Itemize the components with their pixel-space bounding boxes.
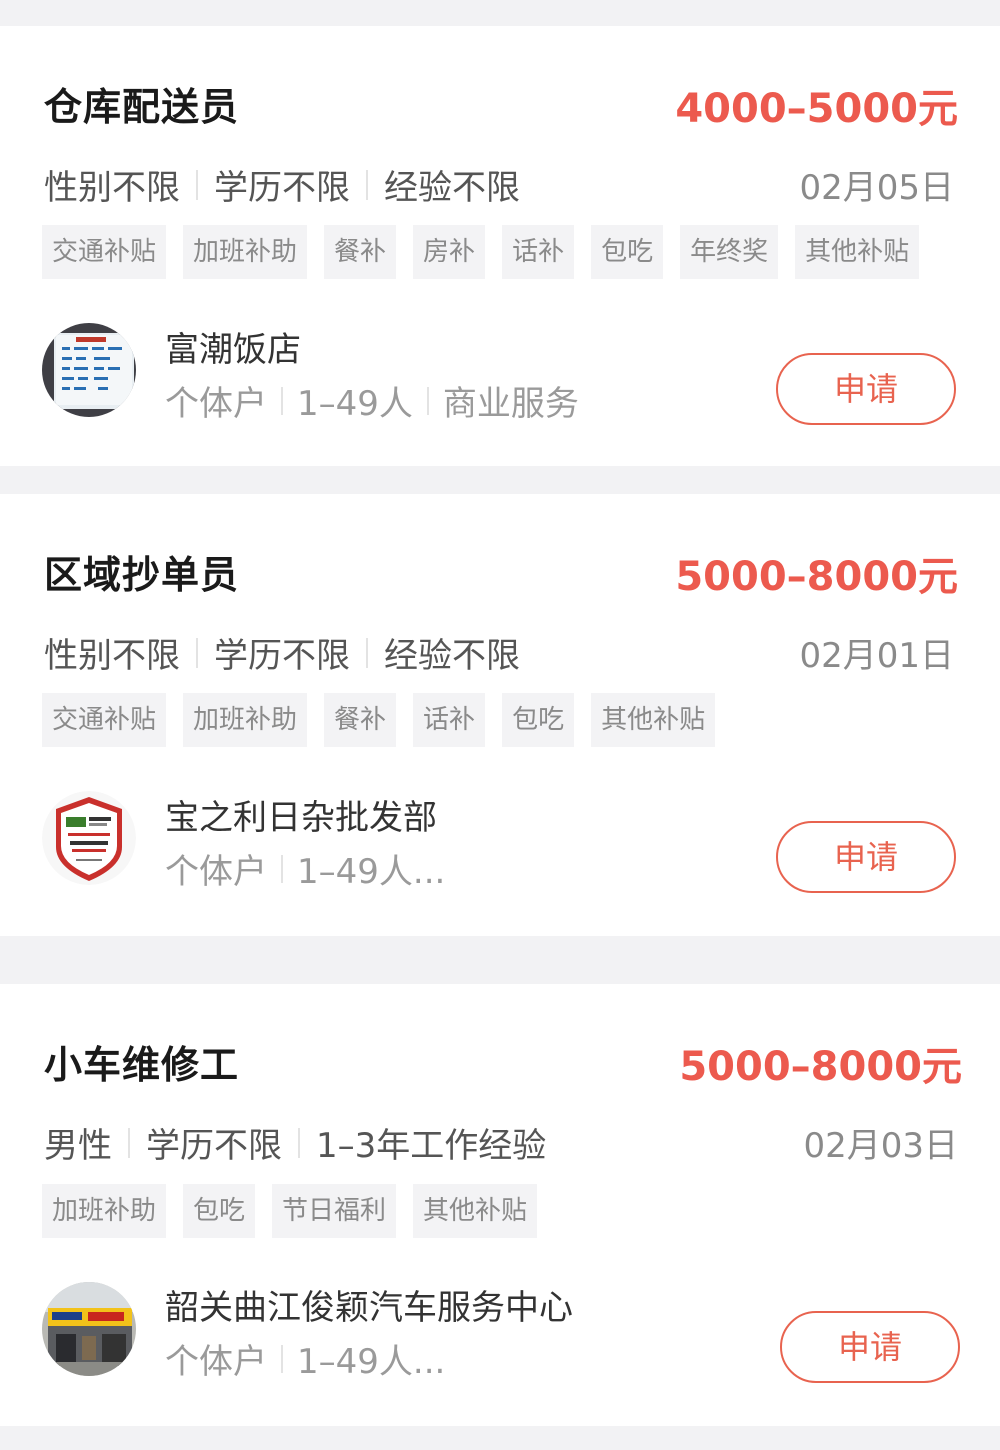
company-meta: 个体户 1–49人... — [165, 844, 445, 893]
req-gender: 男性 — [44, 1126, 112, 1166]
benefit-tag: 包吃 — [183, 1184, 256, 1238]
job-requirements: 性别不限 学历不限 经验不限 — [44, 628, 520, 677]
req-education: 学历不限 — [146, 1126, 282, 1166]
job-requirements: 男性 学历不限 1–3年工作经验 — [44, 1118, 546, 1167]
benefit-tag: 交通补贴 — [42, 693, 167, 747]
post-date: 02月01日 — [799, 636, 954, 676]
company-industry: 商业服务 — [442, 384, 579, 424]
company-logo[interactable] — [42, 791, 136, 885]
benefit-tags: 加班补助 包吃 节日福利 其他补贴 — [42, 1184, 538, 1238]
req-experience: 经验不限 — [384, 636, 520, 676]
benefit-tag: 加班补助 — [183, 693, 308, 747]
job-card[interactable]: 区域抄单员 5000–8000元 性别不限 学历不限 经验不限 02月01日 交… — [0, 494, 1000, 936]
benefit-tag: 其他补贴 — [591, 693, 716, 747]
benefit-tag: 房补 — [413, 225, 486, 279]
req-gender: 性别不限 — [44, 168, 180, 208]
post-date: 02月03日 — [803, 1126, 958, 1166]
benefit-tag: 话补 — [413, 693, 486, 747]
job-title: 仓库配送员 — [44, 85, 240, 129]
job-requirements: 性别不限 学历不限 经验不限 — [44, 160, 520, 209]
company-name: 富潮饭店 — [165, 330, 301, 370]
company-meta: 个体户 1–49人 商业服务 — [165, 376, 579, 425]
req-gender: 性别不限 — [44, 636, 180, 676]
benefit-tags: 交通补贴 加班补助 餐补 话补 包吃 其他补贴 — [42, 693, 716, 747]
job-salary: 5000–8000元 — [679, 1044, 962, 1090]
company-meta: 个体户 1–49人... — [165, 1334, 445, 1383]
job-title: 小车维修工 — [44, 1043, 240, 1087]
benefit-tag: 年终奖 — [680, 225, 779, 279]
benefit-tag: 餐补 — [324, 693, 397, 747]
req-experience: 1–3年工作经验 — [316, 1126, 547, 1166]
company-name: 韶关曲江俊颖汽车服务中心 — [165, 1288, 573, 1328]
company-name: 宝之利日杂批发部 — [165, 798, 437, 838]
benefit-tag: 包吃 — [502, 693, 575, 747]
company-size: 1–49人... — [297, 1342, 446, 1382]
company-avatar[interactable] — [42, 323, 136, 417]
job-card[interactable]: 小车维修工 5000–8000元 男性 学历不限 1–3年工作经验 02月03日… — [0, 984, 1000, 1426]
company-size: 1–49人 — [297, 384, 413, 424]
req-education: 学历不限 — [214, 636, 350, 676]
company-type: 个体户 — [165, 852, 267, 892]
post-date: 02月05日 — [799, 168, 954, 208]
benefit-tag: 餐补 — [324, 225, 397, 279]
apply-button[interactable]: 申请 — [776, 821, 956, 893]
req-education: 学历不限 — [214, 168, 350, 208]
apply-button[interactable]: 申请 — [776, 353, 956, 425]
job-salary: 4000–5000元 — [675, 86, 958, 132]
job-card[interactable]: 仓库配送员 4000–5000元 性别不限 学历不限 经验不限 02月05日 交… — [0, 26, 1000, 466]
company-avatar[interactable] — [42, 1282, 136, 1376]
benefit-tags: 交通补贴 加班补助 餐补 房补 话补 包吃 年终奖 其他补贴 — [42, 225, 920, 279]
job-salary: 5000–8000元 — [675, 554, 958, 600]
company-size: 1–49人... — [297, 852, 446, 892]
apply-button[interactable]: 申请 — [780, 1311, 960, 1383]
benefit-tag: 包吃 — [591, 225, 664, 279]
req-experience: 经验不限 — [384, 168, 520, 208]
benefit-tag: 其他补贴 — [413, 1184, 538, 1238]
benefit-tag: 其他补贴 — [795, 225, 920, 279]
benefit-tag: 话补 — [502, 225, 575, 279]
company-type: 个体户 — [165, 1342, 267, 1382]
job-title: 区域抄单员 — [44, 553, 240, 597]
company-type: 个体户 — [165, 384, 267, 424]
benefit-tag: 交通补贴 — [42, 225, 167, 279]
benefit-tag: 加班补助 — [183, 225, 308, 279]
benefit-tag: 节日福利 — [272, 1184, 397, 1238]
benefit-tag: 加班补助 — [42, 1184, 167, 1238]
